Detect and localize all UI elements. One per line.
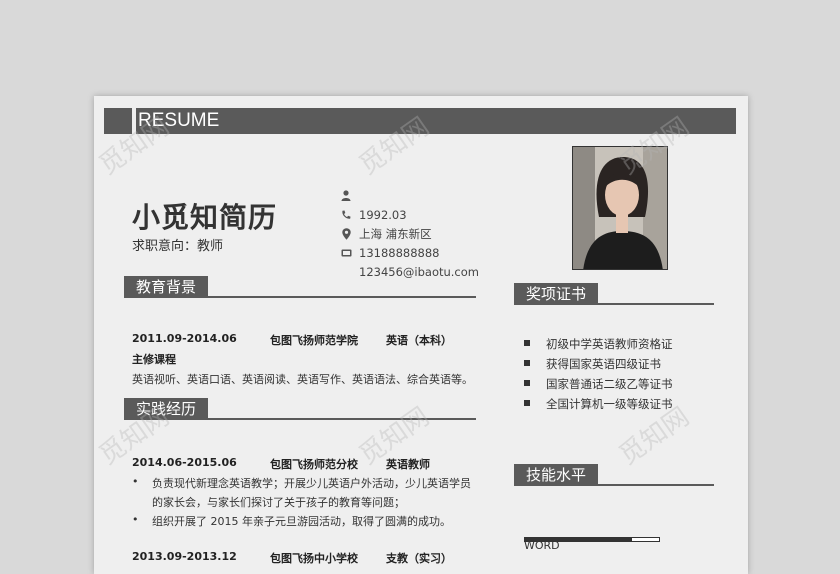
mobile-icon	[334, 249, 358, 257]
section-skills: 技能水平	[514, 464, 714, 486]
contact-row-phone: 13188888888	[334, 243, 479, 262]
section-skills-title: 技能水平	[514, 464, 599, 486]
job-line-text: 负责现代新理念英语教学；开展少儿英语户外活动，少儿英语学员	[152, 477, 471, 490]
education-date: 2011.09-2014.06	[132, 332, 237, 345]
bullet-dot: •	[132, 475, 139, 488]
square-bullet-icon	[524, 380, 530, 386]
job-role: 支教（实习）	[386, 552, 452, 565]
job-row: 2013.09-2013.12 包图飞扬中小学校 支教（实习）	[132, 550, 472, 565]
square-bullet-icon	[524, 400, 530, 406]
address-value: 上海 浦东新区	[359, 226, 432, 241]
contact-list: 1992.03 上海 浦东新区 13188888888 123456@ibaot…	[334, 186, 479, 281]
profile-photo	[572, 146, 668, 270]
section-experience-title: 实践经历	[124, 398, 209, 420]
job-date: 2013.09-2013.12	[132, 550, 237, 563]
education-row: 2011.09-2014.06 包图飞扬师范学院 英语（本科）	[132, 332, 472, 347]
person-icon	[334, 190, 358, 201]
banner-left-block	[104, 108, 132, 134]
section-certificates-line	[514, 303, 714, 305]
job-org: 包图飞扬中小学校	[270, 552, 358, 565]
location-icon	[334, 227, 358, 240]
job-org: 包图飞扬师范分校	[270, 458, 358, 471]
resume-page: RESUME 小觅知简历 求职意向：教师 1992.03 上海 浦东新区 131…	[94, 96, 748, 574]
birth-value: 1992.03	[359, 207, 407, 222]
certificate-text: 获得国家英语四级证书	[546, 357, 661, 371]
certificate-text: 国家普通话二级乙等证书	[546, 377, 673, 391]
contact-row-birth: 1992.03	[334, 205, 479, 224]
certificate-text: 全国计算机一级等级证书	[546, 397, 673, 411]
section-certificates: 奖项证书	[514, 283, 714, 305]
square-bullet-icon	[524, 340, 530, 346]
certificate-text: 初级中学英语教师资格证	[546, 337, 673, 351]
education-school: 包图飞扬师范学院	[270, 334, 358, 347]
section-education-line	[124, 296, 476, 298]
job-line-text: 组织开展了 2015 年亲子元旦游园活动，取得了圆满的成功。	[152, 515, 451, 528]
bullet-dot: •	[132, 513, 139, 526]
job-row: 2014.06-2015.06 包图飞扬师范分校 英语教师	[132, 456, 472, 471]
candidate-name: 小觅知简历	[132, 201, 278, 234]
skill-label-word: WORD	[524, 539, 560, 552]
contact-row-address: 上海 浦东新区	[334, 224, 479, 243]
portrait-image	[573, 147, 667, 269]
section-skills-line	[514, 484, 714, 486]
square-bullet-icon	[524, 360, 530, 366]
job-role: 英语教师	[386, 458, 430, 471]
phone-value: 13188888888	[359, 245, 440, 260]
courses-label: 主修课程	[132, 353, 176, 366]
section-experience-line	[124, 418, 476, 420]
section-experience: 实践经历	[124, 398, 476, 420]
job-line-text: 的家长会，与家长们探讨了关于孩子的教育等问题；	[152, 496, 405, 509]
contact-row-person	[334, 186, 479, 205]
section-certificates-title: 奖项证书	[514, 283, 599, 305]
job-intent: 求职意向：教师	[132, 239, 224, 254]
job-date: 2014.06-2015.06	[132, 456, 237, 469]
education-major: 英语（本科）	[386, 334, 452, 347]
courses-text: 英语视听、英语口语、英语阅读、英语写作、英语语法、综合英语等。	[132, 373, 473, 386]
resume-banner: RESUME	[136, 108, 736, 134]
phone-icon	[334, 210, 358, 220]
section-education-title: 教育背景	[124, 276, 209, 298]
section-education: 教育背景	[124, 276, 476, 298]
banner-title: RESUME	[138, 110, 220, 131]
courses-label-row: 主修课程	[132, 351, 212, 366]
